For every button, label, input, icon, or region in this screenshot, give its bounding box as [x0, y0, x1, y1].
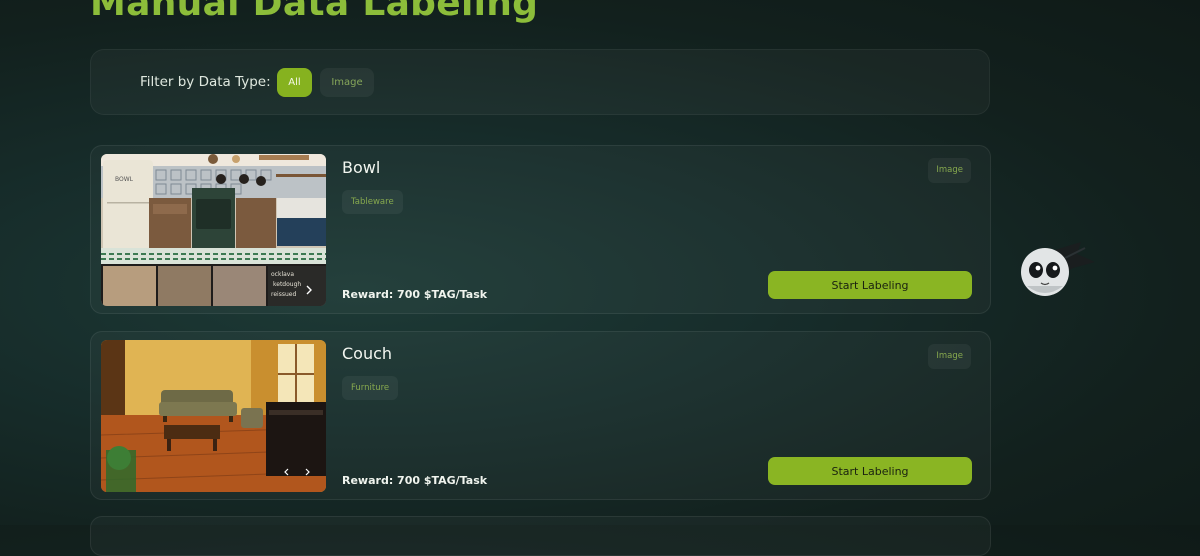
filter-label: Filter by Data Type: — [140, 74, 271, 90]
start-labeling-button[interactable]: Start Labeling — [768, 457, 972, 485]
task-thumbnail — [101, 340, 326, 492]
data-type-badge: Image — [928, 158, 971, 183]
reward-text: Reward: 700 $TAG/Task — [342, 288, 488, 301]
category-tag: Tableware — [342, 190, 403, 214]
task-thumbnail: BOWL ocklava ketdough reissued — [101, 154, 326, 306]
strip-text-3: reissued — [271, 291, 296, 298]
task-title: Couch — [342, 344, 393, 363]
reward-text: Reward: 700 $TAG/Task — [342, 474, 488, 487]
data-type-badge: Image — [928, 344, 971, 369]
task-card-partial — [90, 516, 991, 556]
task-card-bowl: BOWL ocklava ketdough reissued Bowl Tabl… — [90, 145, 991, 314]
start-labeling-button[interactable]: Start Labeling — [768, 271, 972, 299]
mascot-icon — [1021, 242, 1095, 296]
filter-all-button[interactable]: All — [277, 68, 312, 97]
living-room-image — [101, 340, 326, 492]
strip-text-1: ocklava — [271, 271, 294, 278]
page-title: Manual Data Labeling — [90, 0, 539, 24]
strip-text-2: ketdough — [273, 281, 301, 288]
fridge-label: BOWL — [115, 176, 134, 183]
filter-bar: Filter by Data Type: All Image — [90, 49, 990, 115]
task-card-couch: Couch Furniture Image Reward: 700 $TAG/T… — [90, 331, 991, 500]
kitchen-image: BOWL ocklava ketdough reissued — [101, 154, 326, 306]
task-title: Bowl — [342, 158, 381, 177]
filter-image-button[interactable]: Image — [320, 68, 374, 97]
category-tag: Furniture — [342, 376, 399, 400]
